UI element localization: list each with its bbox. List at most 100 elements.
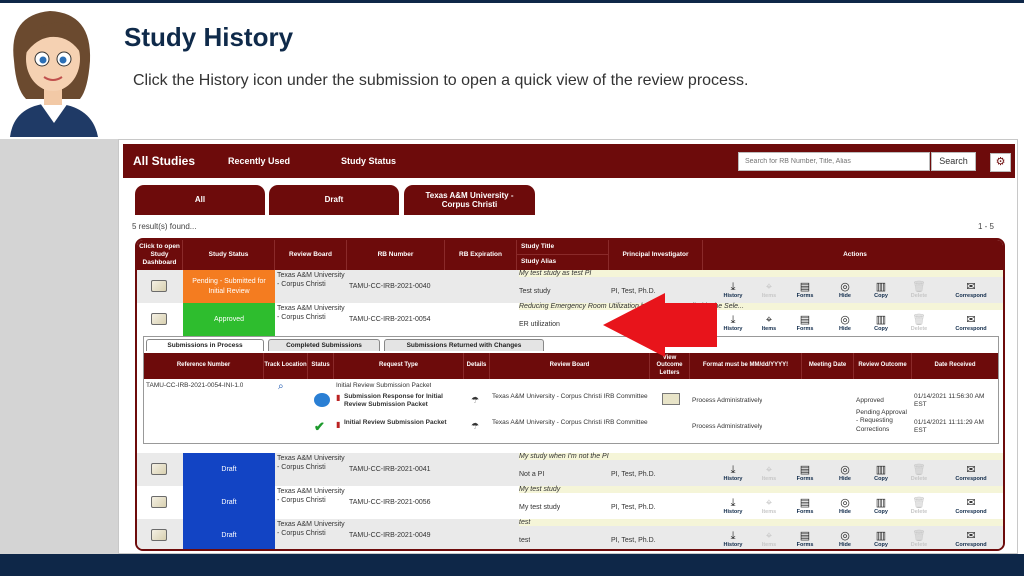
action-label: Items [761,542,777,548]
history-button[interactable]: ⤓ History [715,530,751,548]
trash-icon: 🗑 [912,281,926,293]
date-received: 01/14/2021 11:56:30 AM EST [914,393,985,409]
hide-button[interactable]: ◎ Hide [827,464,863,482]
study-title: My test study [519,486,1003,493]
correspond-button[interactable]: ✉ Correspond [950,281,992,299]
correspond-button[interactable]: ✉ Correspond [950,497,992,515]
copy-button[interactable]: ▥ Copy [863,497,899,515]
nav-study-status[interactable]: Study Status [341,144,396,178]
pdf-icon[interactable]: ▮ [336,393,340,403]
filter-tab-label: All [194,195,206,204]
action-label: History [723,509,743,515]
nav-recently-used[interactable]: Recently Used [228,144,290,178]
action-label: Hide [839,326,851,332]
dashboard-icon[interactable] [151,496,167,508]
table-row[interactable]: Pending - Submitted for Initial Review T… [137,270,1003,303]
search-button[interactable]: Search [931,152,976,171]
details-icon[interactable]: ☂ [471,395,479,407]
dashboard-icon[interactable] [151,463,167,475]
forms-button[interactable]: ▤ Forms [787,314,823,332]
format-value: Process Administratively [692,423,763,430]
history-button[interactable]: ⤓ History [715,281,751,299]
action-label: Correspond [955,476,987,482]
forms-button[interactable]: ▤ Forms [787,530,823,548]
rb-number[interactable]: TAMU-CC-IRB-2021-0041 [349,465,431,474]
copy-icon: ▥ [875,314,887,326]
search-input[interactable] [738,152,930,171]
request-type[interactable]: Submission Response for Initial Review S… [344,393,464,410]
action-label: Forms [796,509,814,515]
bottom-bar [0,554,1024,576]
history-button[interactable]: ⤓ History [715,314,751,332]
history-button[interactable]: ⤓ History [715,497,751,515]
filter-tab-label: Draft [324,195,344,204]
tab-submissions-in-process[interactable]: Submissions in Process [146,339,264,351]
filter-tab-draft[interactable]: Draft [269,185,399,215]
outcome-letter-icon[interactable] [662,393,680,405]
hide-button[interactable]: ◎ Hide [827,314,863,332]
action-label: Forms [796,326,814,332]
request-type: Initial Review Submission Packet [336,382,432,389]
dashboard-icon[interactable] [151,529,167,541]
forms-button[interactable]: ▤ Forms [787,281,823,299]
col-actions: Actions [703,240,1003,270]
hide-button[interactable]: ◎ Hide [827,281,863,299]
hide-button[interactable]: ◎ Hide [827,497,863,515]
presenter-avatar [0,3,108,137]
action-label: Delete [910,542,928,548]
correspond-button[interactable]: ✉ Correspond [950,314,992,332]
history-button[interactable]: ⤓ History [715,464,751,482]
hide-button[interactable]: ◎ Hide [827,530,863,548]
forms-button[interactable]: ▤ Forms [787,464,823,482]
pin-icon: ⌖ [765,497,773,509]
filter-tab-texas-am[interactable]: Texas A&M University - Corpus Christi [404,185,535,215]
col-review-board: Review Board [275,240,347,270]
action-label: Items [761,476,777,482]
in-progress-icon [314,393,330,407]
pdf-icon[interactable]: ▮ [336,420,340,430]
request-type[interactable]: Initial Review Submission Packet [344,419,464,427]
details-icon[interactable]: ☂ [471,421,479,433]
col-track-location: Track Location [264,353,308,379]
checkmark-icon: ✔ [314,419,325,434]
items-button[interactable]: ⌖ Items [751,314,787,332]
table-row[interactable]: Approved Texas A&M University - Corpus C… [137,303,1003,336]
rb-number[interactable]: TAMU-CC-IRB-2021-0054 [349,315,431,324]
correspond-button[interactable]: ✉ Correspond [950,530,992,548]
action-label: Delete [910,326,928,332]
copy-button[interactable]: ▥ Copy [863,314,899,332]
study-alias: Test study [519,288,551,295]
action-label: Delete [910,509,928,515]
status-badge: Draft [183,453,275,486]
copy-button[interactable]: ▥ Copy [863,464,899,482]
table-row[interactable]: Draft Texas A&M University - Corpus Chri… [137,519,1003,549]
copy-button[interactable]: ▥ Copy [863,281,899,299]
copy-button[interactable]: ▥ Copy [863,530,899,548]
eye-slash-icon: ◎ [840,464,850,476]
nav-all-studies[interactable]: All Studies [133,144,195,178]
rb-number[interactable]: TAMU-CC-IRB-2021-0040 [349,282,431,291]
envelope-icon: ✉ [966,464,976,476]
filter-tab-all[interactable]: All [135,185,265,215]
reference-number[interactable]: TAMU-CC-IRB-2021-0054-INI-1.0 [146,382,243,390]
correspond-button[interactable]: ✉ Correspond [950,464,992,482]
review-board: Texas A&M University - Corpus Christi IR… [492,393,648,400]
dashboard-icon[interactable] [151,280,167,292]
tab-completed-submissions[interactable]: Completed Submissions [268,339,380,351]
table-row[interactable]: Draft Texas A&M University - Corpus Chri… [137,486,1003,519]
rb-number[interactable]: TAMU-CC-IRB-2021-0049 [349,531,431,540]
settings-button[interactable]: ⚙ [990,153,1011,172]
app-navbar: All Studies Recently Used Study Status S… [123,144,1015,178]
pin-icon: ⌖ [765,314,773,326]
action-label: Hide [839,293,851,299]
tab-returned-with-changes[interactable]: Submissions Returned with Changes [384,339,544,351]
dashboard-icon[interactable] [151,313,167,325]
magnifier-icon[interactable]: ⌕ [278,380,284,393]
format-value: Process Administratively [692,397,763,404]
table-row[interactable]: Draft Texas A&M University - Corpus Chri… [137,453,1003,486]
forms-button[interactable]: ▤ Forms [787,497,823,515]
copy-icon: ▥ [875,530,887,542]
status-badge: Pending - Submitted for Initial Review [183,270,275,303]
rb-number[interactable]: TAMU-CC-IRB-2021-0056 [349,498,431,507]
study-title: Reducing Emergency Room Utilization by P… [519,303,1003,310]
